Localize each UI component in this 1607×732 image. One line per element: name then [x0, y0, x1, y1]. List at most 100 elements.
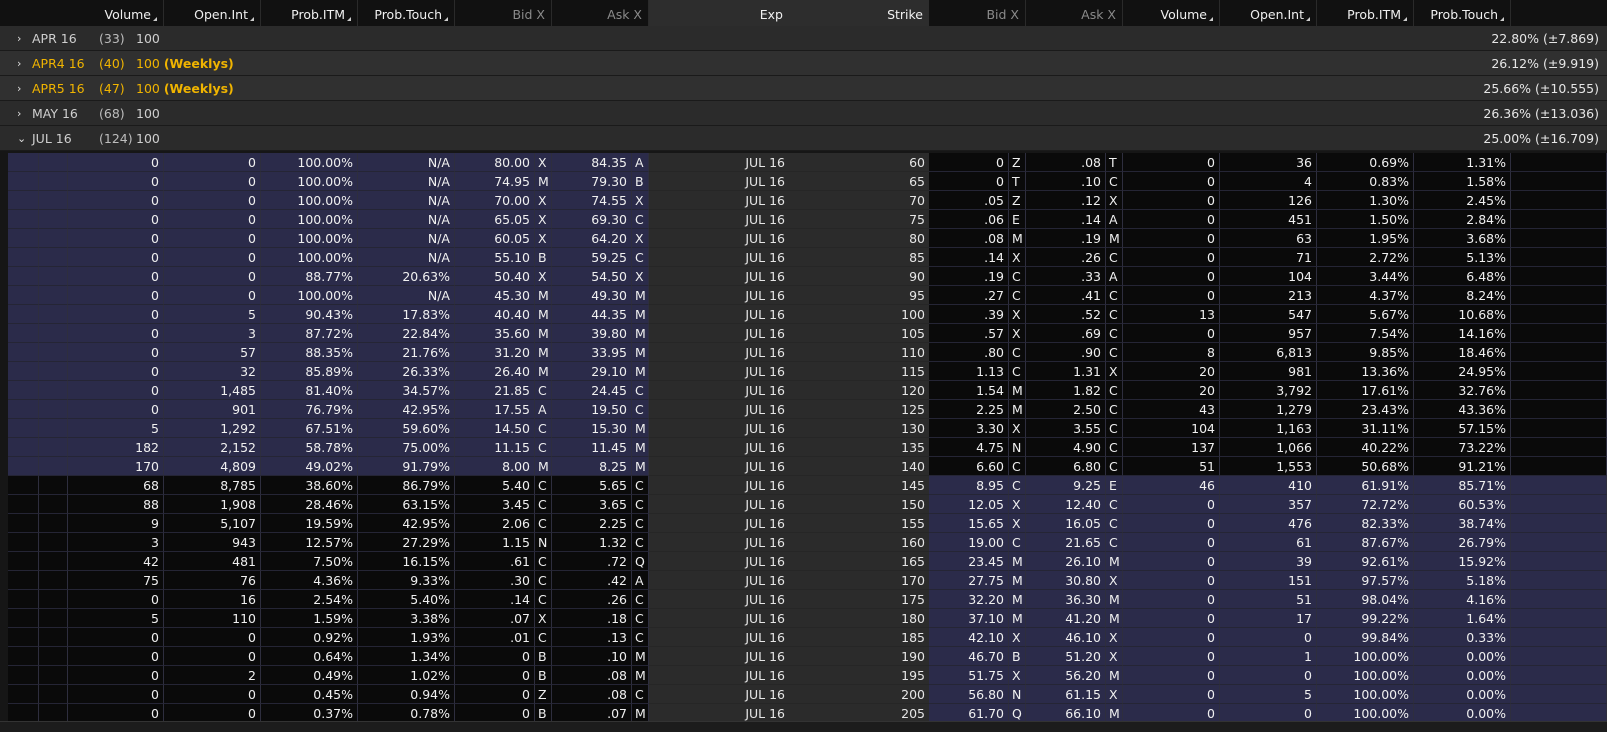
call-volume-cell[interactable]: 75	[68, 571, 164, 590]
call-prob-touch-cell[interactable]: 26.33%	[358, 362, 455, 381]
put-ask-cell[interactable]: .12	[1026, 191, 1106, 210]
put-ask-cell[interactable]: 36.30	[1026, 590, 1106, 609]
put-prob-touch-cell[interactable]: 2.84%	[1414, 210, 1511, 229]
put-volume-cell[interactable]: 0	[1123, 628, 1220, 647]
call-ask-exchange-cell[interactable]: X	[632, 267, 649, 286]
call-volume-cell[interactable]: 0	[68, 229, 164, 248]
call-ask-cell[interactable]: 64.20	[552, 229, 632, 248]
call-bid-cell[interactable]: 11.15	[455, 438, 535, 457]
put-volume-cell[interactable]: 0	[1123, 533, 1220, 552]
put-volume-cell[interactable]: 104	[1123, 419, 1220, 438]
call-volume-cell[interactable]: 0	[68, 286, 164, 305]
put-ask-exchange-cell[interactable]: C	[1106, 514, 1123, 533]
put-prob-itm-cell[interactable]: 72.72%	[1317, 495, 1414, 514]
call-bid-exchange-cell[interactable]: C	[535, 590, 552, 609]
expiration-cell[interactable]: JUL 16	[649, 343, 789, 362]
put-volume-cell[interactable]: 0	[1123, 248, 1220, 267]
put-open-interest-cell[interactable]: 213	[1220, 286, 1317, 305]
series-row-1[interactable]: › APR4 16 (40) 100 (Weeklys) 26.12% (±9.919)	[0, 51, 1607, 76]
call-ask-cell[interactable]: 1.32	[552, 533, 632, 552]
put-bid-exchange-cell[interactable]: N	[1009, 438, 1026, 457]
call-prob-touch-cell[interactable]: N/A	[358, 286, 455, 305]
call-prob-touch-cell[interactable]: N/A	[358, 248, 455, 267]
call-ask-exchange-cell[interactable]: C	[632, 476, 649, 495]
put-ask-exchange-cell[interactable]: M	[1106, 609, 1123, 628]
put-open-interest-cell[interactable]: 410	[1220, 476, 1317, 495]
call-ask-exchange-cell[interactable]: M	[632, 286, 649, 305]
put-ask-exchange-cell[interactable]: C	[1106, 305, 1123, 324]
put-prob-touch-cell[interactable]: 5.13%	[1414, 248, 1511, 267]
put-prob-touch-cell[interactable]: 3.68%	[1414, 229, 1511, 248]
expiration-cell[interactable]: JUL 16	[649, 438, 789, 457]
put-ask-cell[interactable]: 3.55	[1026, 419, 1106, 438]
call-bid-exchange-cell[interactable]: M	[535, 286, 552, 305]
put-bid-exchange-cell[interactable]: X	[1009, 628, 1026, 647]
call-volume-cell[interactable]: 0	[68, 628, 164, 647]
put-bid-cell[interactable]: 1.54	[929, 381, 1009, 400]
call-bid-cell[interactable]: 26.40	[455, 362, 535, 381]
call-open-interest-cell[interactable]: 0	[164, 172, 261, 191]
strike-cell[interactable]: 135	[789, 438, 929, 457]
expiration-cell[interactable]: JUL 16	[649, 267, 789, 286]
call-prob-itm-cell[interactable]: 87.72%	[261, 324, 358, 343]
call-ask-exchange-cell[interactable]: C	[632, 210, 649, 229]
put-ask-exchange-cell[interactable]: C	[1106, 381, 1123, 400]
call-ask-cell[interactable]: .42	[552, 571, 632, 590]
put-ask-exchange-cell[interactable]: X	[1106, 647, 1123, 666]
call-ask-cell[interactable]: .26	[552, 590, 632, 609]
call-ask-exchange-cell[interactable]: B	[632, 172, 649, 191]
call-prob-itm-cell[interactable]: 0.92%	[261, 628, 358, 647]
put-open-interest-cell[interactable]: 5	[1220, 685, 1317, 704]
call-volume-cell[interactable]: 0	[68, 400, 164, 419]
call-open-interest-cell[interactable]: 76	[164, 571, 261, 590]
put-open-interest-cell[interactable]: 17	[1220, 609, 1317, 628]
put-prob-itm-cell[interactable]: 17.61%	[1317, 381, 1414, 400]
expiration-cell[interactable]: JUL 16	[649, 647, 789, 666]
put-prob-itm-cell[interactable]: 1.30%	[1317, 191, 1414, 210]
call-bid-cell[interactable]: 50.40	[455, 267, 535, 286]
call-prob-touch-cell[interactable]: 42.95%	[358, 400, 455, 419]
put-prob-touch-cell[interactable]: 1.31%	[1414, 153, 1511, 172]
header-call-volume[interactable]: Volume	[68, 0, 164, 26]
put-open-interest-cell[interactable]: 61	[1220, 533, 1317, 552]
expiration-cell[interactable]: JUL 16	[649, 514, 789, 533]
put-bid-exchange-cell[interactable]: M	[1009, 381, 1026, 400]
put-prob-touch-cell[interactable]: 0.33%	[1414, 628, 1511, 647]
call-volume-cell[interactable]: 182	[68, 438, 164, 457]
strike-cell[interactable]: 130	[789, 419, 929, 438]
expiration-cell[interactable]: JUL 16	[649, 286, 789, 305]
put-volume-cell[interactable]: 0	[1123, 324, 1220, 343]
put-open-interest-cell[interactable]: 957	[1220, 324, 1317, 343]
put-ask-cell[interactable]: .19	[1026, 229, 1106, 248]
header-call-ask[interactable]: Ask X	[552, 0, 649, 26]
call-ask-cell[interactable]: 69.30	[552, 210, 632, 229]
put-prob-touch-cell[interactable]: 0.00%	[1414, 647, 1511, 666]
call-prob-touch-cell[interactable]: 17.83%	[358, 305, 455, 324]
put-bid-cell[interactable]: 19.00	[929, 533, 1009, 552]
call-ask-cell[interactable]: 49.30	[552, 286, 632, 305]
call-ask-cell[interactable]: 54.50	[552, 267, 632, 286]
put-volume-cell[interactable]: 0	[1123, 229, 1220, 248]
call-volume-cell[interactable]: 0	[68, 381, 164, 400]
strike-cell[interactable]: 195	[789, 666, 929, 685]
call-bid-cell[interactable]: 55.10	[455, 248, 535, 267]
call-ask-cell[interactable]: .08	[552, 666, 632, 685]
put-ask-cell[interactable]: .08	[1026, 153, 1106, 172]
call-bid-exchange-cell[interactable]: C	[535, 381, 552, 400]
call-ask-cell[interactable]: 29.10	[552, 362, 632, 381]
call-prob-touch-cell[interactable]: 63.15%	[358, 495, 455, 514]
expiration-cell[interactable]: JUL 16	[649, 381, 789, 400]
call-open-interest-cell[interactable]: 2	[164, 666, 261, 685]
expiration-cell[interactable]: JUL 16	[649, 609, 789, 628]
put-prob-touch-cell[interactable]: 85.71%	[1414, 476, 1511, 495]
call-volume-cell[interactable]: 0	[68, 362, 164, 381]
call-ask-cell[interactable]: 84.35	[552, 153, 632, 172]
strike-cell[interactable]: 145	[789, 476, 929, 495]
horizontal-scrollbar[interactable]	[0, 721, 1607, 732]
call-ask-exchange-cell[interactable]: M	[632, 419, 649, 438]
put-prob-touch-cell[interactable]: 26.79%	[1414, 533, 1511, 552]
put-prob-itm-cell[interactable]: 1.95%	[1317, 229, 1414, 248]
put-volume-cell[interactable]: 0	[1123, 286, 1220, 305]
call-ask-cell[interactable]: 3.65	[552, 495, 632, 514]
expiration-cell[interactable]: JUL 16	[649, 457, 789, 476]
